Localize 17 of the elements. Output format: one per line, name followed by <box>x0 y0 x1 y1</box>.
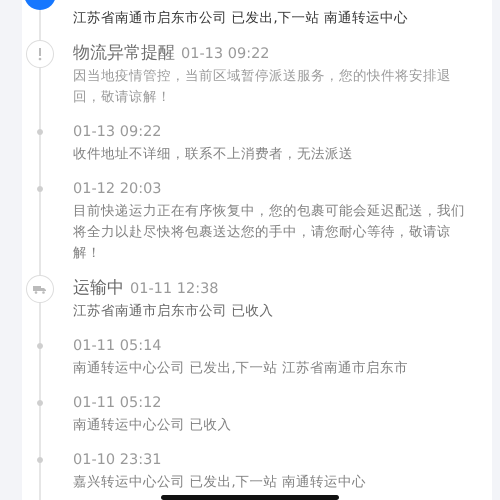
status-title: 物流异常提醒 <box>73 42 175 65</box>
event-description: 南通转运中心公司 已发出,下一站 江苏省南通市启东市 <box>73 359 409 378</box>
event-time: 01-10 23:31 <box>73 451 163 470</box>
event-description: 江苏省南通市启东市公司 已收入 <box>73 302 274 321</box>
event-time: 01-13 09:22 <box>73 123 163 142</box>
event-description: 因当地疫情管控，当前区域暂停派送服务，您的快件将安排退回，敬请谅解！ <box>73 67 452 107</box>
event-description: 收件地址不详细，联系不上消费者，无法派送 <box>73 145 354 164</box>
event-time: 01-11 05:14 <box>73 337 163 356</box>
event-description: 南通转运中心公司 已收入 <box>73 416 232 435</box>
event-time: 01-13 09:22 <box>181 45 270 64</box>
event-time: 01-12 20:03 <box>73 180 163 199</box>
event-time: 01-11 05:12 <box>73 394 163 413</box>
status-title: 运输中 <box>73 277 124 300</box>
event-description: 江苏省南通市启东市公司 已发出,下一站 南通转运中心 <box>73 9 409 28</box>
event-time: 01-11 12:38 <box>130 280 219 299</box>
event-description: 嘉兴转运中心公司 已发出,下一站 南通转运中心 <box>73 473 367 492</box>
event-description: 目前快递运力正在有序恢复中，您的包裹可能会延迟配送，我们将全力以赴尽快将包裹送达您的手中，请您耐心等待，敬请谅解！ <box>73 202 466 263</box>
